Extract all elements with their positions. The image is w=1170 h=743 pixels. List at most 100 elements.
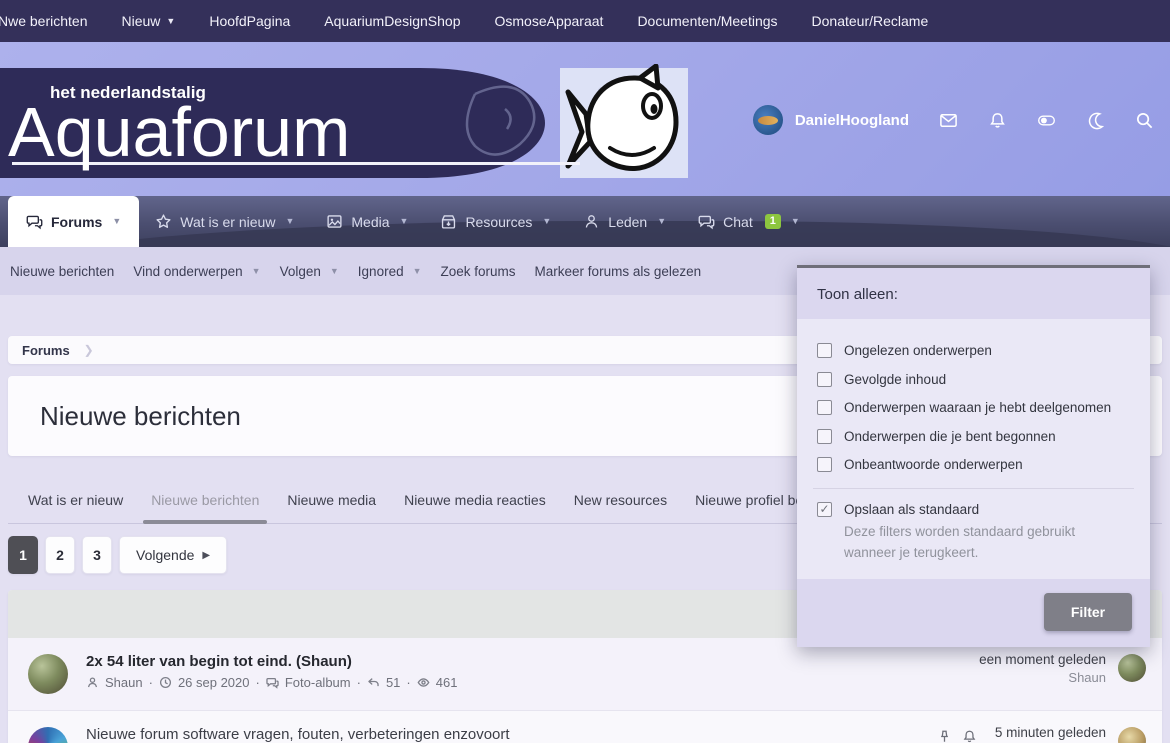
thread-row: Nieuwe forum software vragen, fouten, ve… xyxy=(8,710,1162,743)
subnav-volgen[interactable]: Volgen▼ xyxy=(280,264,339,279)
subnav-vind-onderwerpen[interactable]: Vind onderwerpen▼ xyxy=(133,264,260,279)
media-image-icon xyxy=(326,213,343,230)
topbar-link-nwe-berichten[interactable]: Nwe berichten xyxy=(0,13,88,29)
next-page-button[interactable]: Volgende ▶ xyxy=(119,536,227,574)
topbar-link-hoofdpagina[interactable]: HoofdPagina xyxy=(209,13,290,29)
search-icon[interactable] xyxy=(1135,111,1154,130)
filter-option-deelgenomen[interactable]: Onderwerpen waaraan je hebt deelgenomen xyxy=(817,399,1130,417)
checkbox-unchecked[interactable] xyxy=(817,400,832,415)
tab-nieuwe-berichten[interactable]: Nieuwe berichten xyxy=(137,476,273,523)
breadcrumb-chevron-icon: ❯ xyxy=(84,343,94,357)
subnav-markeer-gelezen[interactable]: Markeer forums als gelezen xyxy=(535,264,702,279)
last-post-time[interactable]: een moment geleden xyxy=(979,652,1106,667)
site-header: het nederlandstalig Aquaforum DanielHoog… xyxy=(0,42,1170,196)
logo-wordmark: Aquaforum xyxy=(8,93,350,171)
subnav-ignored[interactable]: Ignored▼ xyxy=(358,264,422,279)
views-eye-icon xyxy=(417,676,430,689)
filter-panel-title: Toon alleen: xyxy=(797,268,1150,319)
thread-author[interactable]: Shaun xyxy=(105,675,143,690)
page-button-2[interactable]: 2 xyxy=(45,536,75,574)
filter-panel-footer: Filter xyxy=(797,579,1150,647)
thread-author-avatar[interactable] xyxy=(28,654,68,694)
tab-new-resources[interactable]: New resources xyxy=(560,476,681,523)
filter-option-gevolgde[interactable]: Gevolgde inhoud xyxy=(817,371,1130,389)
aquaforum-logo[interactable]: het nederlandstalig Aquaforum xyxy=(0,64,690,187)
dark-mode-moon-icon[interactable] xyxy=(1086,111,1105,130)
last-post-user: Shaun xyxy=(979,670,1106,685)
nav-tab-forums[interactable]: Forums ▼ xyxy=(8,196,139,247)
watched-bell-icon xyxy=(962,729,977,743)
aquaforum-logo-image: het nederlandstalig Aquaforum xyxy=(0,64,690,182)
tab-nieuwe-media[interactable]: Nieuwe media xyxy=(273,476,390,523)
last-post-avatar[interactable] xyxy=(1118,727,1146,743)
alerts-bell-icon[interactable] xyxy=(988,111,1007,130)
thread-author-avatar[interactable] xyxy=(28,727,68,743)
filter-submit-button[interactable]: Filter xyxy=(1044,593,1132,631)
page-button-3[interactable]: 3 xyxy=(82,536,112,574)
chevron-down-icon: ▼ xyxy=(252,267,261,276)
checkbox-unchecked[interactable] xyxy=(817,343,832,358)
messages-envelope-icon[interactable] xyxy=(939,111,958,130)
checkbox-checked[interactable] xyxy=(817,502,832,517)
toggle-switch-icon[interactable] xyxy=(1037,111,1056,130)
chevron-down-icon: ▼ xyxy=(791,217,800,226)
filter-save-hint: Deze filters worden standaard gebruikt w… xyxy=(844,522,1130,563)
topbar-link-aquariumdesignshop[interactable]: AquariumDesignShop xyxy=(324,13,460,29)
checkbox-unchecked[interactable] xyxy=(817,372,832,387)
pinned-pin-icon xyxy=(937,729,952,743)
filter-option-begonnen[interactable]: Onderwerpen die je bent begonnen xyxy=(817,428,1130,446)
clock-icon xyxy=(159,676,172,689)
tab-nieuwe-media-reacties[interactable]: Nieuwe media reacties xyxy=(390,476,560,523)
page-button-1[interactable]: 1 xyxy=(8,536,38,574)
last-post-time[interactable]: 5 minuten geleden xyxy=(995,725,1106,740)
chevron-down-icon: ▼ xyxy=(330,267,339,276)
account-menu[interactable]: DanielHoogland xyxy=(753,105,909,135)
person-icon xyxy=(86,676,99,689)
thread-date[interactable]: 26 sep 2020 xyxy=(178,675,250,690)
page-title: Nieuwe berichten xyxy=(40,401,241,432)
topbar-link-osmoseapparaat[interactable]: OsmoseApparaat xyxy=(494,13,603,29)
nav-tab-chat[interactable]: Chat 1 ▼ xyxy=(682,196,816,247)
resources-download-icon xyxy=(440,213,457,230)
nav-tab-resources[interactable]: Resources ▼ xyxy=(424,196,567,247)
checkbox-unchecked[interactable] xyxy=(817,429,832,444)
topbar-link-donateur-reclame[interactable]: Donateur/Reclame xyxy=(812,13,929,29)
topbar-link-documenten-meetings[interactable]: Documenten/Meetings xyxy=(637,13,777,29)
chevron-down-icon: ▼ xyxy=(112,217,121,226)
filter-save-default[interactable]: Opslaan als standaard xyxy=(817,501,1130,519)
chevron-down-icon: ▼ xyxy=(400,217,409,226)
breadcrumb-forums[interactable]: Forums xyxy=(22,343,70,358)
subnav-zoek-forums[interactable]: Zoek forums xyxy=(441,264,516,279)
thread-title[interactable]: Nieuwe forum software vragen, fouten, ve… xyxy=(86,725,937,743)
thread-row: 2x 54 liter van begin tot eind. (Shaun) … xyxy=(8,638,1162,710)
forum-chat-icon xyxy=(266,676,279,689)
username: DanielHoogland xyxy=(795,112,909,129)
thread-views: 461 xyxy=(436,675,458,690)
last-post-info: 5 minuten geleden xyxy=(995,725,1106,740)
chat-bubbles-icon xyxy=(698,213,715,230)
tab-wat-is-er-nieuw[interactable]: Wat is er nieuw xyxy=(14,476,137,523)
nav-tab-leden[interactable]: Leden ▼ xyxy=(567,196,682,247)
last-post-avatar[interactable] xyxy=(1118,654,1146,682)
chevron-down-icon: ▼ xyxy=(542,217,551,226)
subnav-nieuwe-berichten[interactable]: Nieuwe berichten xyxy=(10,264,114,279)
forums-chat-icon xyxy=(26,213,43,230)
topbar-link-nieuw[interactable]: Nieuw▼ xyxy=(122,13,176,29)
thread-title[interactable]: 2x 54 liter van begin tot eind. (Shaun) xyxy=(86,652,979,672)
chevron-down-icon: ▼ xyxy=(657,217,666,226)
filter-option-ongelezen[interactable]: Ongelezen onderwerpen xyxy=(817,342,1130,360)
checkbox-unchecked[interactable] xyxy=(817,457,832,472)
chat-count-badge: 1 xyxy=(765,214,781,229)
last-post-info: een moment geleden Shaun xyxy=(979,652,1106,685)
filter-dropdown-panel: Toon alleen: Ongelezen onderwerpen Gevol… xyxy=(797,265,1150,647)
nav-tab-wat-is-er-nieuw[interactable]: Wat is er nieuw ▼ xyxy=(139,196,310,247)
thread-replies: 51 xyxy=(386,675,400,690)
next-arrow-icon: ▶ xyxy=(202,550,210,561)
thread-flags xyxy=(937,729,977,743)
nav-tab-media[interactable]: Media ▼ xyxy=(310,196,424,247)
filter-option-onbeantwoord[interactable]: Onbeantwoorde onderwerpen xyxy=(817,456,1130,474)
user-cluster: DanielHoogland xyxy=(753,100,1154,140)
top-link-bar: Nwe berichten Nieuw▼ HoofdPagina Aquariu… xyxy=(0,0,1170,42)
replies-icon xyxy=(367,676,380,689)
thread-forum[interactable]: Foto-album xyxy=(285,675,351,690)
